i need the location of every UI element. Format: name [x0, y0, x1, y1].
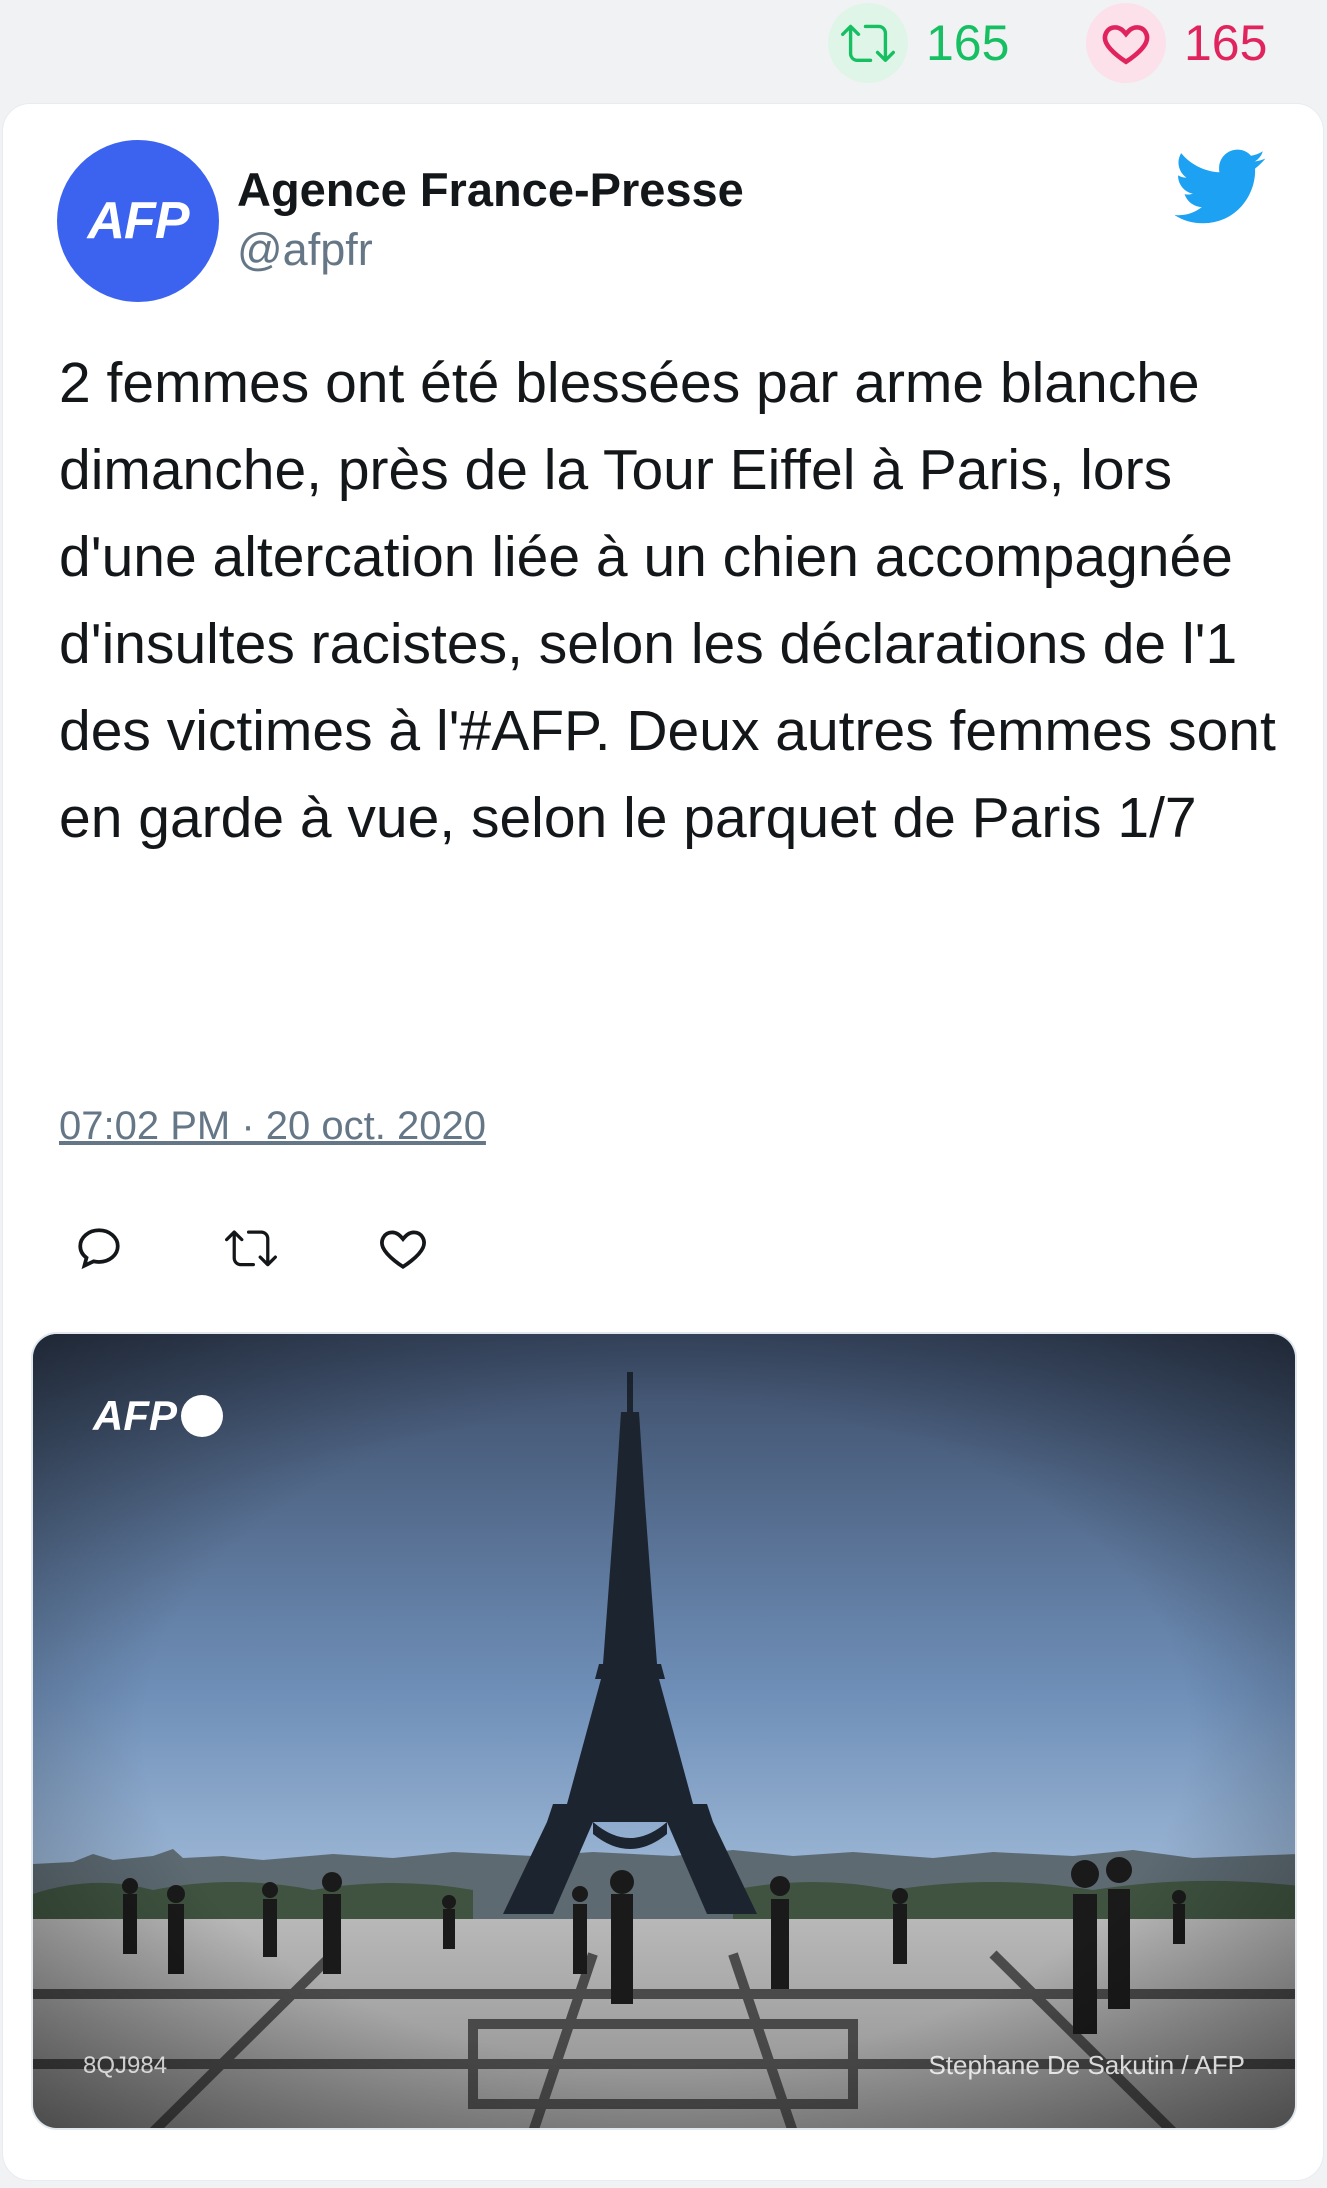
photo-code: 8QJ984	[83, 2052, 168, 2079]
tweet-text: 2 femmes ont été blessées par arme blanc…	[59, 351, 1276, 850]
logo-dot-icon	[181, 1395, 223, 1437]
like-count: 165	[1184, 15, 1268, 71]
eiffel-tower-photo	[33, 1334, 1295, 2128]
engagement-bar: 165 165	[0, 0, 1327, 96]
tweet-actions	[73, 1222, 529, 1282]
like-count-stat[interactable]: 165	[1086, 0, 1267, 86]
avatar-text: AFP	[87, 192, 190, 250]
author-name[interactable]: Agence France-Presse	[237, 162, 744, 217]
photo-agency-logo: AFP	[93, 1392, 223, 1440]
tweet-photo[interactable]: AFP 8QJ984 Stephane De Sakutin / AFP	[31, 1332, 1297, 2130]
tweet-timestamp[interactable]: 07:02 PM · 20 oct. 2020	[59, 1104, 486, 1149]
heart-icon	[1086, 3, 1166, 83]
like-icon[interactable]	[377, 1222, 429, 1274]
twitter-bird-icon[interactable]	[1174, 148, 1267, 228]
avatar[interactable]: AFP	[57, 140, 219, 302]
retweet-action-icon[interactable]	[225, 1222, 277, 1274]
retweet-icon	[828, 3, 908, 83]
tweet-card: AFP Agence France-Presse @afpfr 2 femmes…	[2, 103, 1324, 2181]
author-handle[interactable]: @afpfr	[237, 224, 373, 276]
photo-logo-text: AFP	[93, 1392, 177, 1439]
photo-credit: Stephane De Sakutin / AFP	[928, 2050, 1245, 2080]
retweet-count-stat[interactable]: 165	[828, 0, 1009, 86]
retweet-count: 165	[926, 15, 1010, 71]
reply-icon[interactable]	[73, 1222, 125, 1274]
